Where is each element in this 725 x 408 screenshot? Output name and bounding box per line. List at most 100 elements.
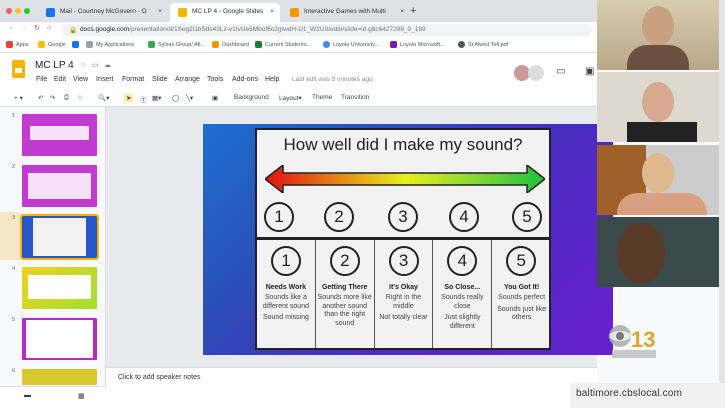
sheets-icon [255,41,262,48]
slide-question: How well did I make my sound? [283,135,523,154]
bookmark-pdf[interactable]: St Alwed Tell.pdf [458,41,508,48]
browser-tab-games[interactable]: Interactive Games with Multi × [282,3,410,22]
video-tile-participant-2[interactable] [597,72,719,142]
last-edit-status[interactable]: Last edit was 5 minutes ago [292,76,373,83]
move-folder-icon[interactable]: ▭ [92,61,99,69]
menu-addons[interactable]: Add-ons [232,76,258,83]
browser-tab-mail[interactable]: Mail - Courtney McGovern - O × [38,3,168,22]
line-icon[interactable]: ╲▾ [186,94,193,102]
rating-heading: You Got It! [503,284,540,291]
bookmark-google[interactable]: Google [38,41,66,48]
select-icon[interactable]: ➤ [124,94,134,102]
google-icon [38,41,45,48]
bookmark-label: Dashboard [222,41,249,48]
bookmark-dashboard[interactable]: Dashboard [212,41,249,48]
slide-thumbnail-6[interactable] [22,369,97,385]
apps-icon [6,41,13,48]
bookmark-loyola-microsoft[interactable]: Loyola Microsoft... [390,41,445,48]
slides-icon [178,8,187,17]
comments-icon[interactable]: ▭ [556,66,565,77]
home-icon[interactable]: ⌂ [47,24,51,31]
document-title[interactable]: MC LP 4 [35,60,74,71]
menu-file[interactable]: File [36,76,47,83]
close-tab-icon[interactable]: × [270,8,274,15]
rating-column-2: 2 Getting There Sounds more like another s… [316,240,375,348]
back-icon[interactable]: ← [8,24,15,31]
slide-thumbnail-5[interactable] [22,318,97,360]
slide-number: 1 [12,113,16,119]
reload-icon[interactable]: ↻ [34,24,40,32]
bookmark-current-students[interactable]: Current Students... [255,41,311,48]
menu-insert[interactable]: Insert [96,76,114,83]
text-box-icon[interactable]: Ⓣ [140,94,147,104]
shape-icon[interactable]: ◯ [172,94,179,102]
svg-text:13: 13 [631,327,655,352]
new-slide-icon[interactable]: + ▾ [14,94,23,102]
star-icon[interactable]: ☆ [80,61,86,69]
video-tile-participant-3[interactable] [597,145,719,215]
present-icon[interactable]: ▣ [585,66,594,77]
bookmark-label: Current Students... [265,41,312,48]
selected-slide-marker [0,212,20,260]
close-tab-icon[interactable]: × [400,8,404,15]
slide-thumbnail-4[interactable] [22,267,97,309]
bookmark-outlook[interactable] [72,41,82,48]
rating-description: Not totally clear [379,314,428,321]
new-tab-button[interactable]: + [410,5,416,17]
close-tab-icon[interactable]: × [158,8,162,15]
avatar[interactable] [528,65,544,81]
rating-heading: It's Okay [389,284,418,291]
comment-icon[interactable]: ▣ [212,94,218,102]
redo-icon[interactable]: ↷ [50,94,55,102]
speaker-notes[interactable]: Click to add speaker notes [106,367,597,408]
rating-circle: 3 [388,246,419,276]
slide-number: 3 [12,215,16,221]
minimize-window-button[interactable] [15,8,21,14]
rating-circle: 1 [271,246,301,276]
rating-description: Sound missing [262,314,309,321]
menu-view[interactable]: View [73,76,88,83]
print-icon[interactable]: ⎙ [64,94,69,102]
maximize-window-button[interactable] [24,8,30,14]
menu-help[interactable]: Help [265,76,279,83]
slide-thumbnail-1[interactable] [22,114,97,156]
background-button[interactable]: Background [234,94,269,101]
layout-button[interactable]: Layout▾ [279,94,302,102]
folder-icon [86,41,93,48]
outlook-icon [72,41,79,48]
close-window-button[interactable] [6,8,12,14]
menu-tools[interactable]: Tools [207,76,223,83]
undo-icon[interactable]: ↶ [38,94,43,102]
bookmark-label: Loyola University... [333,41,380,48]
slide-number: 2 [12,164,16,170]
rating-circle: 5 [506,246,537,276]
paint-format-icon[interactable]: ⌂ [78,94,82,101]
bookmark-sylvan[interactable]: Sylvan Group/ Atl... [148,41,205,48]
forward-icon[interactable]: → [20,24,27,31]
filmstrip-view-icon[interactable]: ▬ [24,392,31,399]
theme-button[interactable]: Theme [312,94,332,101]
google-slides-logo[interactable] [12,60,25,78]
menu-format[interactable]: Format [122,76,144,83]
tab-label: Mail - Courtney McGovern - O [60,8,147,15]
bookmark-my-applications[interactable]: My Applications [86,41,134,48]
video-tile-participant-1[interactable] [597,0,719,70]
browser-tab-slides[interactable]: MC LP 4 - Google Slides × [170,3,280,22]
video-tile-participant-4[interactable] [597,217,719,287]
url-field[interactable]: 🔒 docs.google.com/presentation/d/1Seg2i1b… [62,24,592,36]
rating-column-5: 5 You Got It! Sounds perfect Sounds just li… [492,240,551,348]
menu-edit[interactable]: Edit [54,76,66,83]
bookmark-label: Google [48,41,66,48]
menu-slide[interactable]: Slide [152,76,168,83]
menu-arrange[interactable]: Arrange [175,76,200,83]
image-icon[interactable]: ▦▾ [152,94,161,102]
slide-thumbnail-3[interactable] [20,214,99,260]
rating-card[interactable]: How well did I make my sound? 1 2 3 4 5 … [255,128,551,350]
filmstrip-view-controls: ▬ ▦ [0,386,106,408]
grid-view-icon[interactable]: ▦ [78,392,85,400]
bookmark-loyola-university[interactable]: Loyola University... [323,41,379,48]
slide-thumbnail-2[interactable] [22,165,97,207]
zoom-icon[interactable]: 🔍▾ [98,94,109,102]
transition-button[interactable]: Transition [341,94,369,101]
bookmark-apps[interactable]: Apps [6,41,29,48]
